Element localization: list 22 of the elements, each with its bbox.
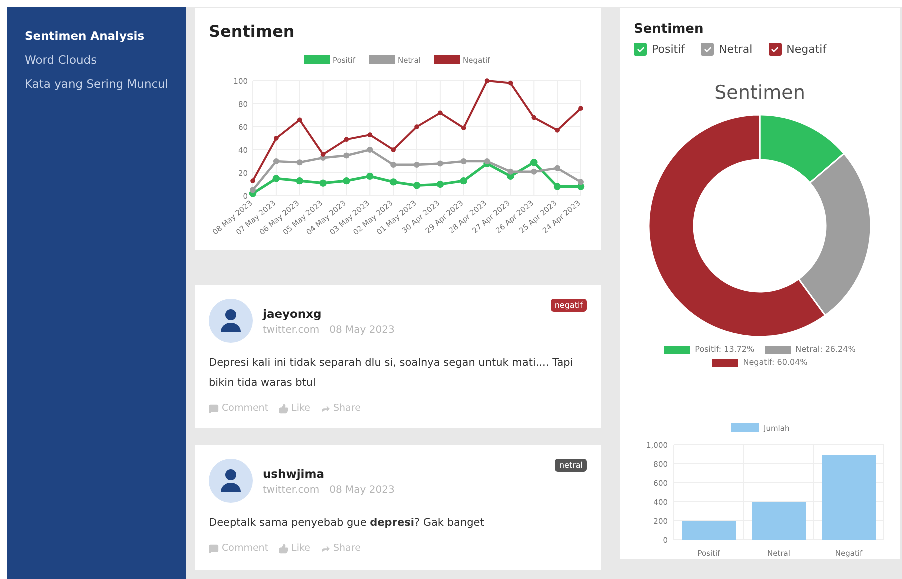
post-source: twitter.com: [263, 324, 320, 336]
post-source: twitter.com: [263, 484, 320, 496]
chart-title: Sentimen: [714, 82, 806, 104]
post-text: Depresi kali ini tidak separah dlu si, soalnya segan untuk mati.... Tapi bikin tida waras btul: [209, 356, 574, 391]
sentiment-badge: negatif: [550, 299, 587, 312]
sidebar-item[interactable]: Sentimen Analysis: [25, 29, 186, 43]
username: jaeyonxg: [263, 306, 323, 320]
sentiment-badge: netral: [555, 459, 587, 472]
card-title: Sentimen: [634, 22, 705, 37]
filter-checkbox[interactable]: Negatif: [768, 43, 827, 56]
post-date: 08 May 2023: [330, 484, 395, 496]
filter-checkbox[interactable]: Netral: [701, 43, 753, 56]
post-text: Deeptalk sama penyebab gue depresi? Gak banget: [209, 516, 486, 531]
legend-label: Netral: 26.24%: [796, 345, 856, 354]
username: ushwjima: [263, 466, 326, 480]
card-title: Sentimen: [209, 22, 296, 41]
legend-label: Negatif: 60.04%: [743, 358, 808, 367]
sidebar-item[interactable]: Word Clouds: [25, 53, 186, 67]
post-date: 08 May 2023: [330, 324, 395, 336]
sidebar-item[interactable]: Kata yang Sering Muncul: [25, 77, 186, 91]
filter-checkbox[interactable]: Positif: [634, 43, 685, 56]
legend-label: Positif: 13.72%: [695, 345, 755, 354]
